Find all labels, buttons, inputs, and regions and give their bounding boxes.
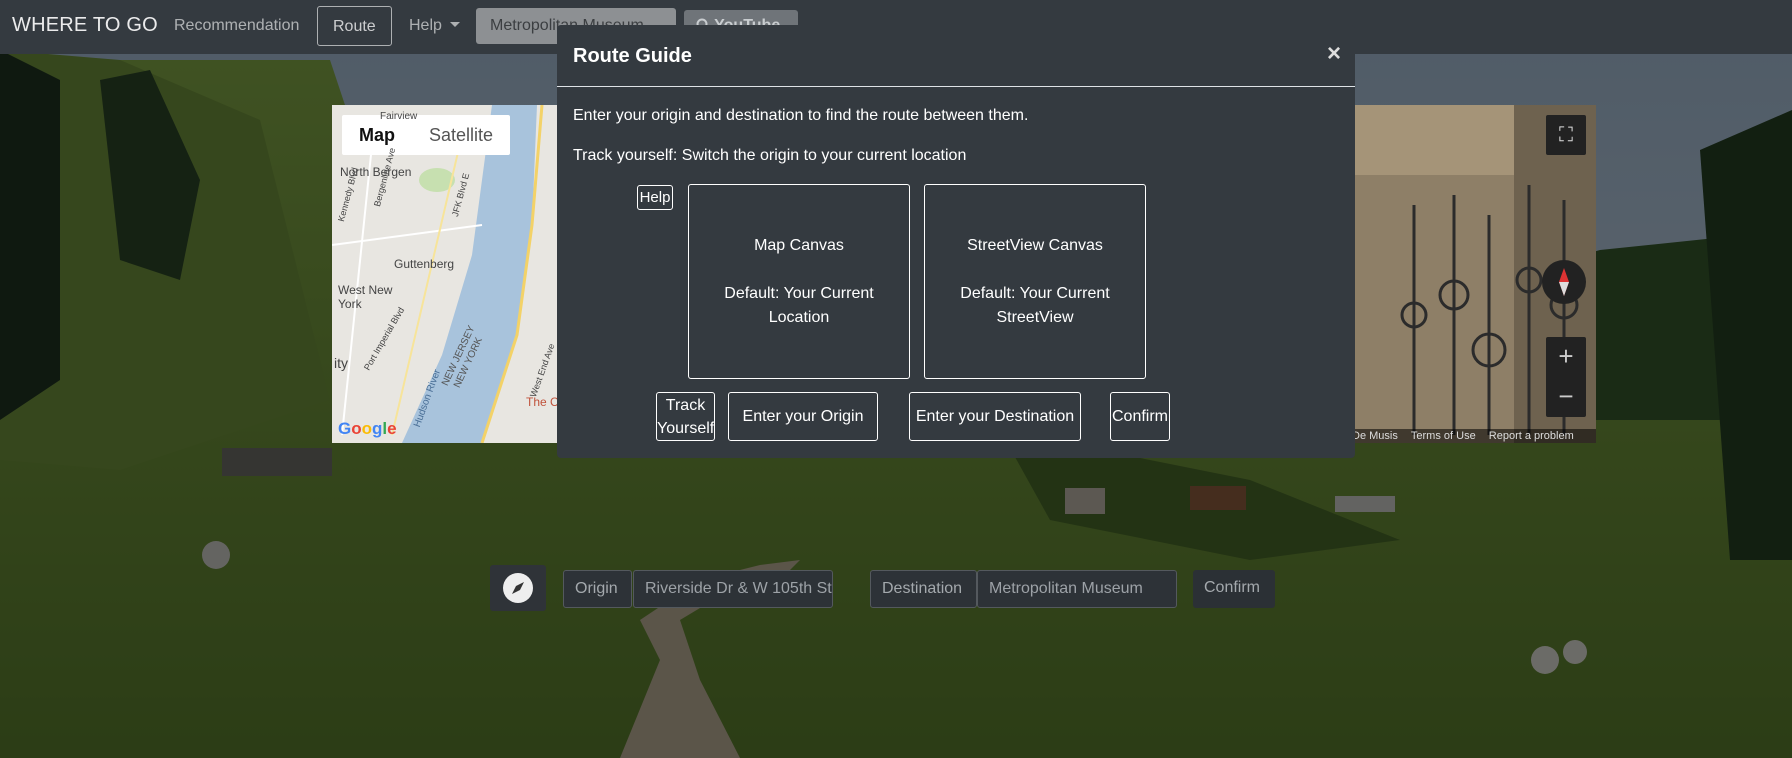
streetview-terms-link[interactable]: Terms of Use <box>1411 430 1476 442</box>
destination-input[interactable]: Metropolitan Museum <box>977 570 1177 608</box>
zoom-in-icon[interactable]: + <box>1546 337 1586 377</box>
streetview-report-link[interactable]: Report a problem <box>1489 430 1574 442</box>
modal-confirm-button[interactable]: Confirm <box>1110 392 1170 441</box>
map-canvas-default: Default: Your Current Location <box>724 284 874 326</box>
modal-title: Route Guide <box>573 45 692 67</box>
streetview-canvas-default: Default: Your Current StreetView <box>960 284 1110 326</box>
enter-destination-button[interactable]: Enter your Destination <box>909 392 1081 441</box>
compass-icon[interactable] <box>1542 260 1586 304</box>
nav-help-label: Help <box>409 17 442 34</box>
brand-title[interactable]: WHERE TO GO <box>12 14 158 37</box>
streetview-canvas[interactable]: ⛶ + − De Musis Terms of Use Report a pro… <box>1354 105 1596 443</box>
streetview-zoom: + − <box>1546 337 1586 417</box>
map-label-poi: The C <box>526 395 559 409</box>
destination-label: Destination <box>870 570 977 608</box>
map-label-guttenberg: Guttenberg <box>394 257 455 271</box>
google-logo: Google <box>338 419 397 438</box>
nav-help-dropdown[interactable]: Help <box>393 6 476 46</box>
nav-route[interactable]: Route <box>317 6 392 46</box>
modal-track-info: Track yourself: Switch the origin to you… <box>573 147 967 164</box>
map-label-fairview: Fairview <box>380 111 418 122</box>
map-canvas-title: Map Canvas <box>754 236 844 254</box>
close-icon[interactable]: × <box>1327 40 1341 68</box>
map-type-satellite[interactable]: Satellite <box>412 115 510 155</box>
locate-button[interactable] <box>490 565 546 611</box>
streetview-footer: De Musis Terms of Use Report a problem <box>1354 429 1596 443</box>
help-button[interactable]: Help <box>637 185 673 210</box>
route-guide-modal: Route Guide × Enter your origin and dest… <box>557 25 1355 458</box>
map-canvas[interactable]: Map Satellite Fairview North Bergen Kenn… <box>332 105 586 443</box>
track-yourself-button[interactable]: Track Yourself <box>656 392 715 441</box>
nav-recommendation[interactable]: Recommendation <box>158 6 315 46</box>
modal-header: Route Guide × <box>557 25 1355 87</box>
map-label-city: ity <box>334 355 348 371</box>
zoom-out-icon[interactable]: − <box>1546 377 1586 417</box>
streetview-source: De Musis <box>1354 430 1398 442</box>
confirm-button[interactable]: Confirm <box>1193 570 1275 608</box>
streetview-canvas-guide: StreetView Canvas Default: Your Current … <box>924 184 1146 379</box>
caret-down-icon <box>449 22 460 27</box>
map-canvas-guide: Map Canvas Default: Your Current Locatio… <box>688 184 910 379</box>
origin-label: Origin <box>563 570 632 608</box>
streetview-canvas-title: StreetView Canvas <box>967 236 1103 254</box>
compass-icon <box>503 573 533 603</box>
origin-input[interactable]: Riverside Dr & W 105th St <box>633 570 833 608</box>
fullscreen-icon[interactable]: ⛶ <box>1546 115 1586 155</box>
modal-description: Enter your origin and destination to fin… <box>573 107 1029 124</box>
enter-origin-button[interactable]: Enter your Origin <box>728 392 878 441</box>
map-type-toggle: Map Satellite <box>342 115 511 155</box>
